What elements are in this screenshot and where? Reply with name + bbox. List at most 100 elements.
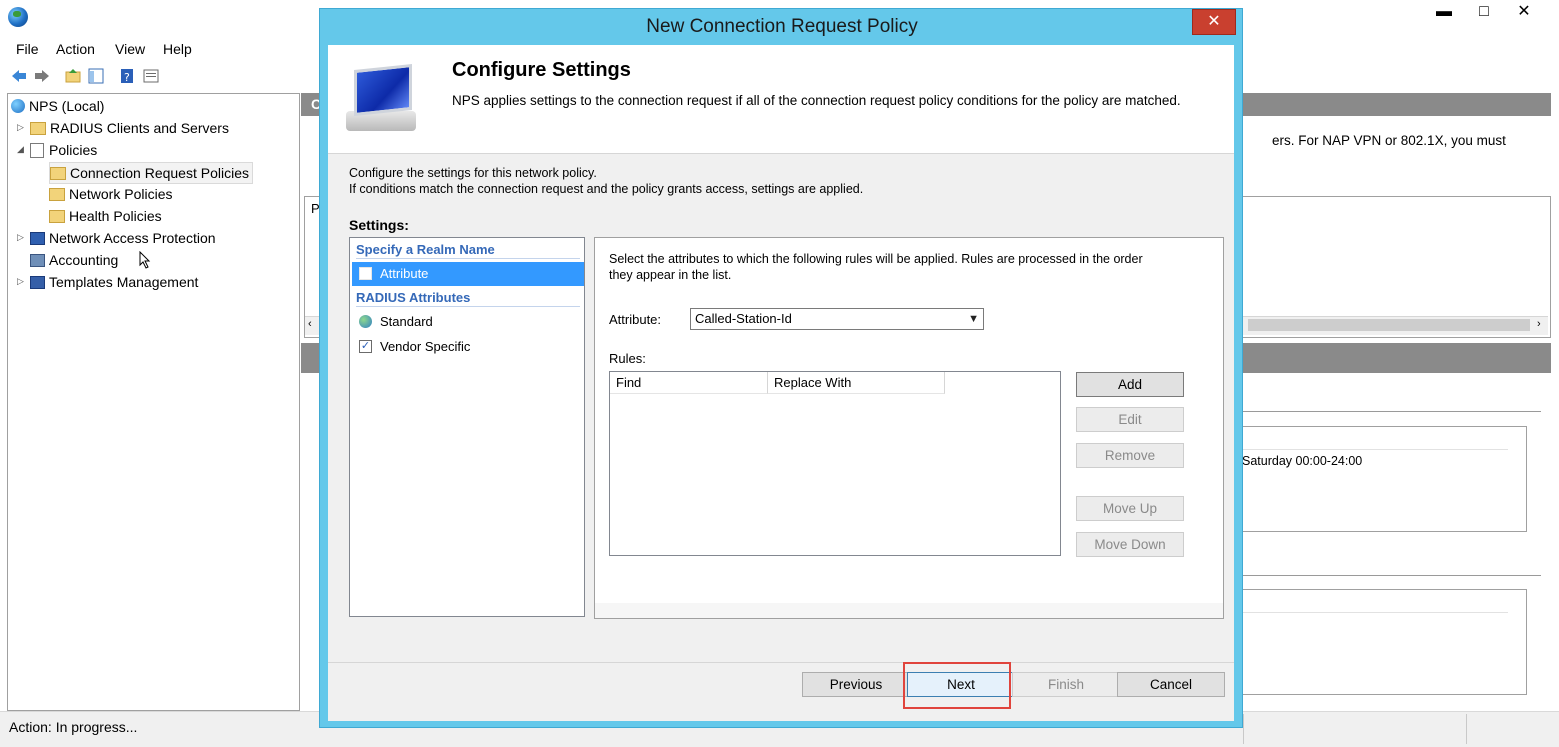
collapse-arrow-icon[interactable]: ◢ (17, 144, 24, 155)
tree-item-connection-request-policies[interactable]: Connection Request Policies (49, 162, 253, 184)
tree-item-policies[interactable]: Policies (30, 140, 97, 160)
divider-line (1241, 411, 1541, 412)
menu-file[interactable]: File (16, 41, 39, 57)
move-up-button[interactable]: Move Up (1076, 496, 1184, 521)
maximize-button[interactable]: □ (1463, 0, 1505, 26)
conditions-column-header (1242, 427, 1508, 450)
tree-item-network-access-protection[interactable]: Network Access Protection (30, 228, 216, 248)
previous-button[interactable]: Previous (802, 672, 910, 697)
menu-view[interactable]: View (115, 41, 145, 57)
attribute-dropdown[interactable]: Called-Station-Id ▼ (690, 308, 984, 330)
expand-arrow-icon[interactable]: ▷ (17, 276, 24, 287)
folder-icon (50, 167, 66, 180)
group-header-underline (356, 258, 580, 259)
checklist-icon: ✓ (359, 340, 372, 353)
settings-item-label: Attribute (380, 266, 429, 281)
tree-item-accounting[interactable]: Accounting (30, 250, 118, 270)
finish-button[interactable]: Finish (1012, 672, 1120, 697)
menu-action[interactable]: Action (56, 41, 95, 57)
tree-root-nps-local[interactable]: NPS (Local) (11, 96, 104, 116)
scroll-left-icon[interactable]: ‹ (308, 318, 312, 330)
folder-icon (30, 122, 46, 135)
templates-icon (30, 276, 45, 289)
dialog-body: Configure Settings NPS applies settings … (328, 45, 1234, 721)
help-icon[interactable]: ? (119, 68, 135, 84)
tree-item-label: Network Policies (69, 186, 173, 202)
tree-item-label: Health Policies (69, 208, 162, 224)
console-tree: NPS (Local) ▷ RADIUS Clients and Servers… (7, 93, 300, 711)
settings-item-standard[interactable]: Standard (352, 310, 584, 334)
settings-item-label: Standard (380, 314, 433, 329)
settings-box (1241, 589, 1527, 695)
monitor-icon (354, 63, 412, 117)
nps-app-icon (8, 7, 28, 27)
info-line-2: If conditions match the connection reque… (349, 182, 864, 196)
menu-help[interactable]: Help (163, 41, 192, 57)
back-arrow-icon[interactable] (11, 68, 27, 84)
settings-item-label: Vendor Specific (380, 339, 471, 354)
show-hide-tree-icon[interactable] (88, 68, 104, 84)
conditions-box: Saturday 00:00-24:00 (1241, 426, 1527, 532)
column-header-find[interactable]: Find (610, 372, 768, 394)
globe-icon (359, 315, 372, 328)
cancel-button[interactable]: Cancel (1117, 672, 1225, 697)
properties-icon[interactable] (143, 68, 159, 84)
info-line-1: Configure the settings for this network … (349, 166, 597, 180)
rules-table[interactable]: Find Replace With (609, 371, 1061, 556)
tree-item-label: Accounting (49, 252, 119, 268)
settings-column-header (1242, 590, 1508, 613)
chevron-down-icon: ▼ (968, 313, 979, 325)
expand-arrow-icon[interactable]: ▷ (17, 232, 24, 243)
column-header-replace-with[interactable]: Replace With (768, 372, 945, 394)
mouse-cursor-icon (139, 251, 151, 269)
svg-text:?: ? (124, 71, 130, 84)
settings-item-vendor-specific[interactable]: ✓ Vendor Specific (352, 335, 584, 359)
expand-arrow-icon[interactable]: ▷ (17, 122, 24, 133)
new-connection-request-policy-dialog: New Connection Request Policy ✕ Configur… (319, 8, 1243, 728)
document-icon (359, 267, 372, 280)
settings-item-attribute[interactable]: Attribute (352, 262, 584, 286)
remove-rule-button[interactable]: Remove (1076, 443, 1184, 468)
wizard-header: Configure Settings NPS applies settings … (328, 45, 1234, 153)
panel-instructions: Select the attributes to which the follo… (609, 252, 1143, 282)
attribute-settings-panel: Select the attributes to which the follo… (594, 237, 1224, 619)
tree-item-label: Connection Request Policies (70, 165, 249, 181)
divider-line (1241, 575, 1541, 576)
edit-rule-button[interactable]: Edit (1076, 407, 1184, 432)
dialog-close-button[interactable]: ✕ (1192, 9, 1236, 35)
scrollbar-thumb[interactable] (1248, 319, 1530, 331)
group-header-realm: Specify a Realm Name (356, 242, 495, 257)
tree-item-templates-management[interactable]: Templates Management (30, 272, 198, 292)
minimize-button[interactable]: ▬ (1423, 0, 1465, 26)
next-button-highlight (903, 662, 1011, 709)
column-header-label: Replace With (774, 375, 852, 390)
column-header-label: Find (616, 375, 642, 390)
pane-description-text: ers. For NAP VPN or 802.1X, you must (1272, 133, 1506, 148)
up-folder-icon[interactable] (65, 68, 81, 84)
footer-separator (328, 662, 1234, 663)
accounting-icon (30, 254, 45, 267)
wizard-description: NPS applies settings to the connection r… (452, 93, 1181, 108)
add-rule-button[interactable]: Add (1076, 372, 1184, 397)
header-separator (328, 153, 1234, 154)
group-header-underline (356, 306, 580, 307)
tree-item-label: Network Access Protection (49, 230, 216, 246)
status-separator (1466, 714, 1467, 744)
wizard-heading: Configure Settings (452, 59, 631, 81)
scroll-right-icon[interactable]: › (1537, 318, 1541, 330)
forward-arrow-icon[interactable] (34, 68, 50, 84)
tree-root-label: NPS (Local) (29, 98, 105, 114)
attribute-label: Attribute: (609, 312, 662, 327)
close-button[interactable]: ✕ (1503, 0, 1545, 26)
tree-item-health-policies[interactable]: Health Policies (49, 206, 162, 226)
tree-item-label: Templates Management (49, 274, 199, 290)
nap-server-icon (30, 232, 45, 245)
rules-label: Rules: (609, 351, 646, 366)
schedule-value: Saturday 00:00-24:00 (1242, 454, 1363, 468)
tree-item-label: RADIUS Clients and Servers (50, 120, 229, 136)
nps-globe-icon (11, 99, 25, 113)
tree-item-radius-clients[interactable]: RADIUS Clients and Servers (30, 118, 229, 138)
move-down-button[interactable]: Move Down (1076, 532, 1184, 557)
tree-item-network-policies[interactable]: Network Policies (49, 184, 172, 204)
panel-bottom-strip (595, 603, 1223, 618)
